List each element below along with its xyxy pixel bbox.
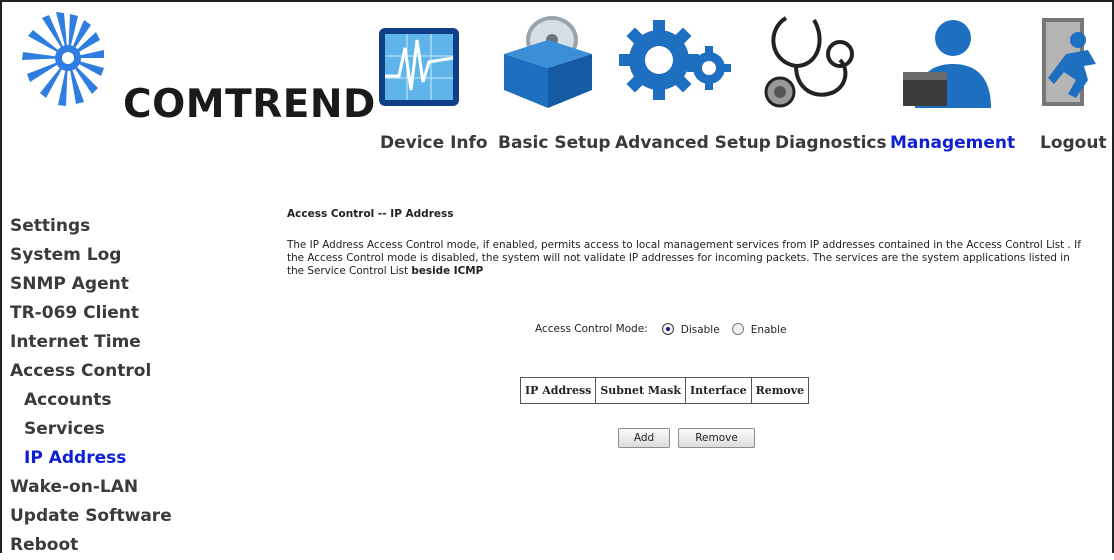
sidebar-item-ip-address[interactable]: IP Address (10, 444, 230, 473)
basic-setup-icon[interactable] (498, 10, 598, 110)
add-button[interactable]: Add (618, 428, 670, 448)
nav-device-info[interactable]: Device Info (380, 133, 488, 153)
access-control-mode-row: Access Control Mode: Disable Enable (535, 321, 786, 336)
radio-enable[interactable] (731, 322, 744, 335)
sidebar-item-snmp-agent[interactable]: SNMP Agent (10, 270, 230, 299)
sidebar-item-system-log[interactable]: System Log (10, 241, 230, 270)
nav-advanced-setup[interactable]: Advanced Setup (615, 133, 771, 153)
radio-disable[interactable] (661, 322, 674, 335)
col-remove: Remove (750, 377, 810, 404)
device-info-icon[interactable] (373, 10, 477, 110)
nav-basic-setup[interactable]: Basic Setup (498, 133, 611, 153)
sidebar: Settings System Log SNMP Agent TR-069 Cl… (10, 212, 230, 560)
col-interface: Interface (685, 377, 752, 404)
description-text: The IP Address Access Control mode, if e… (287, 239, 1081, 277)
radio-enable-label: Enable (750, 324, 787, 336)
sidebar-item-tr069-client[interactable]: TR-069 Client (10, 299, 230, 328)
table-header-row: IP Address Subnet Mask Interface Remove (519, 377, 810, 404)
access-control-table: IP Address Subnet Mask Interface Remove (519, 377, 810, 404)
comtrend-logo-icon (22, 12, 104, 106)
page-title: Access Control -- IP Address (287, 208, 454, 220)
main-content: Access Control -- IP Address The IP Addr… (287, 206, 1097, 448)
nav-logout[interactable]: Logout (1040, 133, 1107, 153)
logout-icon[interactable] (1036, 10, 1106, 110)
nav-management[interactable]: Management (890, 133, 1015, 153)
brand-name: COMTREND (123, 82, 376, 127)
nav-diagnostics[interactable]: Diagnostics (775, 133, 887, 153)
header: COMTREND Device Info Basic Setup Advance… (0, 0, 1110, 200)
remove-button[interactable]: Remove (678, 428, 755, 448)
sidebar-item-services[interactable]: Services (10, 415, 230, 444)
sidebar-item-wake-on-lan[interactable]: Wake-on-LAN (10, 473, 230, 502)
sidebar-item-access-control[interactable]: Access Control (10, 357, 230, 386)
management-icon[interactable] (895, 10, 1005, 110)
radio-disable-label: Disable (680, 324, 720, 336)
sidebar-item-accounts[interactable]: Accounts (10, 386, 230, 415)
sidebar-item-reboot[interactable]: Reboot (10, 531, 230, 560)
diagnostics-icon[interactable] (756, 10, 866, 110)
col-subnet-mask: Subnet Mask (595, 377, 687, 404)
page-description: The IP Address Access Control mode, if e… (287, 239, 1087, 278)
col-ip-address: IP Address (519, 377, 597, 404)
sidebar-item-update-software[interactable]: Update Software (10, 502, 230, 531)
sidebar-item-internet-time[interactable]: Internet Time (10, 328, 230, 357)
advanced-setup-icon[interactable] (611, 10, 735, 110)
mode-label: Access Control Mode: (535, 322, 648, 335)
sidebar-item-settings[interactable]: Settings (10, 212, 230, 241)
description-bold: beside ICMP (411, 265, 484, 277)
